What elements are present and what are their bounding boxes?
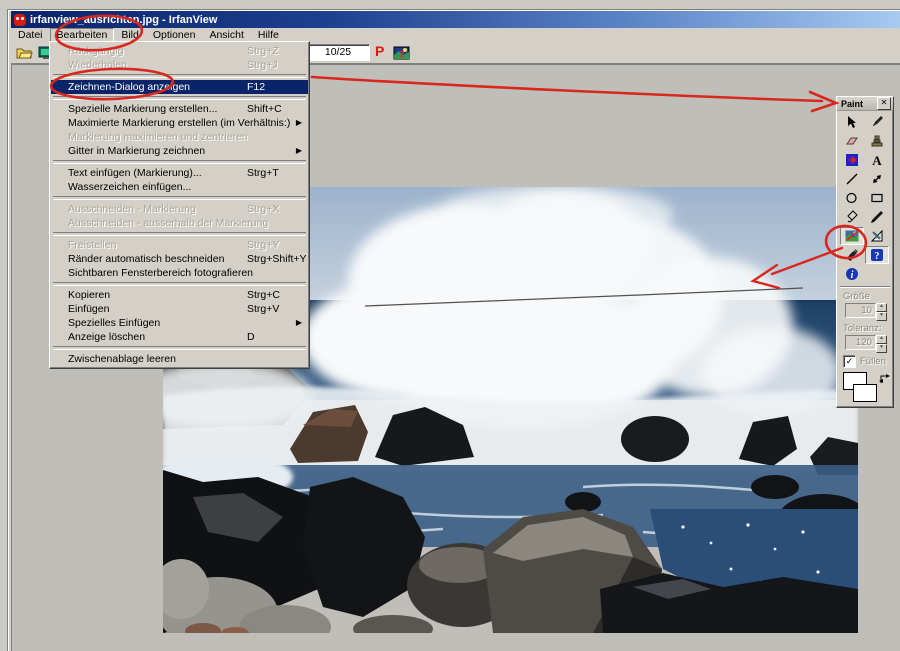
submenu-arrow-icon: ▶	[296, 144, 302, 158]
measure-tool[interactable]	[865, 227, 889, 245]
edit-menu-item[interactable]: Ausschneiden - ausserhalb der Markierung	[51, 216, 308, 230]
edit-menu-item[interactable]: RückgängigStrg+Z	[51, 44, 308, 58]
clone-stamp-tool[interactable]	[865, 132, 889, 150]
menu-bild[interactable]: Bild	[114, 28, 146, 42]
svg-text:?: ?	[875, 251, 880, 262]
menu-optionen[interactable]: Optionen	[146, 28, 203, 42]
help-tool[interactable]: ?	[865, 246, 889, 264]
rectangle-tool[interactable]	[865, 189, 889, 207]
edit-menu-item[interactable]: Spezielles Einfügen▶	[51, 316, 308, 330]
smudge-tool[interactable]	[840, 246, 864, 264]
edit-menu-item[interactable]: Zwischenablage leeren	[51, 352, 308, 366]
menu-separator	[53, 74, 306, 78]
edit-menu-item[interactable]: Wasserzeichen einfügen...	[51, 180, 308, 194]
tolerance-value: 120	[845, 335, 876, 350]
edit-menu-dropdown: RückgängigStrg+ZWiederholenStrg+J Zeichne…	[49, 41, 310, 369]
edit-menu-item[interactable]: Maximierte Markierung erstellen (im Verh…	[51, 116, 308, 130]
size-stepper[interactable]: 10 ▲▼	[845, 303, 887, 321]
paint-panel-titlebar[interactable]: Paint ✕	[837, 97, 893, 111]
menu-separator	[53, 160, 306, 164]
edit-menu-item[interactable]: Zeichnen-Dialog anzeigenF12	[51, 80, 308, 94]
page-counter-field[interactable]: 10/25	[306, 44, 370, 61]
irfanview-logo-icon	[14, 14, 27, 26]
edit-menu-item[interactable]: Ausschneiden - MarkierungStrg+X	[51, 202, 308, 216]
edit-menu-item[interactable]: Text einfügen (Markierung)...Strg+T	[51, 166, 308, 180]
swap-colors-icon[interactable]	[879, 372, 891, 390]
tolerance-label: Toleranz:	[837, 323, 893, 334]
menu-datei[interactable]: Datei	[11, 28, 50, 42]
edit-menu-item[interactable]: WiederholenStrg+J	[51, 58, 308, 72]
pen-tool[interactable]	[865, 113, 889, 131]
size-value: 10	[845, 303, 876, 318]
ellipse-tool[interactable]	[840, 189, 864, 207]
edit-menu-item[interactable]: FreistellenStrg+Y	[51, 238, 308, 252]
close-icon[interactable]: ✕	[877, 97, 891, 110]
menu-separator	[53, 96, 306, 100]
eyedropper-tool[interactable]	[865, 208, 889, 226]
fill-checkbox[interactable]: ✓ Füllen	[843, 355, 893, 368]
size-label: Größe	[837, 291, 893, 302]
edit-menu-item[interactable]: Markierung maximieren und zentrieren	[51, 130, 308, 144]
fill-tool[interactable]	[840, 151, 864, 169]
edit-menu-item[interactable]: Spezielle Markierung erstellen...Shift+C	[51, 102, 308, 116]
window-titlebar[interactable]: irfanview_ausrichten.jpg - IrfanView	[11, 11, 900, 28]
submenu-arrow-icon: ▶	[296, 116, 302, 130]
p-indicator: P	[375, 43, 384, 59]
menu-hilfe[interactable]: Hilfe	[251, 28, 286, 42]
line-tool[interactable]	[840, 170, 864, 188]
paint-panel: Paint ✕ A?i Größe 10 ▲▼ Toleranz: 120 ▲▼…	[836, 96, 894, 408]
svg-text:i: i	[851, 270, 854, 281]
fill-label: Füllen	[860, 356, 886, 367]
menu-separator	[53, 232, 306, 236]
menu-ansicht[interactable]: Ansicht	[202, 28, 250, 42]
background-color-swatch[interactable]	[853, 384, 877, 402]
open-folder-icon[interactable]	[14, 44, 34, 61]
menu-separator	[53, 196, 306, 200]
edit-menu-item[interactable]: Sichtbaren Fensterbereich fotografieren	[51, 266, 308, 280]
screen: irfanview_ausrichten.jpg - IrfanView Dat…	[0, 0, 900, 651]
info-button[interactable]: i	[840, 265, 864, 283]
paint-tool-grid: A? i	[837, 111, 893, 283]
checkbox-check-icon: ✓	[843, 355, 856, 368]
menu-bar: Datei Bearbeiten Bild Optionen Ansicht H…	[11, 28, 900, 42]
tolerance-stepper[interactable]: 120 ▲▼	[845, 335, 887, 353]
paint-panel-title: Paint	[841, 99, 877, 109]
tolerance-down-icon[interactable]: ▼	[876, 344, 887, 353]
color-swatches	[843, 372, 889, 412]
tolerance-up-icon[interactable]: ▲	[876, 335, 887, 344]
paint-bucket-tool[interactable]	[840, 208, 864, 226]
menu-separator	[53, 346, 306, 350]
arrow-tool[interactable]	[865, 170, 889, 188]
edit-menu-item[interactable]: EinfügenStrg+V	[51, 302, 308, 316]
thumbnail-image-icon[interactable]: 2	[392, 44, 412, 61]
edit-menu-item[interactable]: Gitter in Markierung zeichnen▶	[51, 144, 308, 158]
eraser-tool[interactable]	[840, 132, 864, 150]
submenu-arrow-icon: ▶	[296, 316, 302, 330]
menu-separator	[53, 282, 306, 286]
panel-divider	[840, 286, 890, 288]
size-up-icon[interactable]: ▲	[876, 303, 887, 312]
size-down-icon[interactable]: ▼	[876, 312, 887, 321]
svg-text:2: 2	[399, 49, 404, 59]
edit-menu-item[interactable]: Anzeige löschenD	[51, 330, 308, 344]
straighten-tool[interactable]	[840, 227, 864, 245]
text-tool[interactable]: A	[865, 151, 889, 169]
edit-menu-item[interactable]: Ränder automatisch beschneidenStrg+Shift…	[51, 252, 308, 266]
pointer-tool[interactable]	[840, 113, 864, 131]
edit-menu-item[interactable]: KopierenStrg+C	[51, 288, 308, 302]
window-title: irfanview_ausrichten.jpg - IrfanView	[30, 14, 217, 26]
menu-bearbeiten[interactable]: Bearbeiten	[50, 28, 115, 42]
svg-text:A: A	[872, 153, 882, 167]
